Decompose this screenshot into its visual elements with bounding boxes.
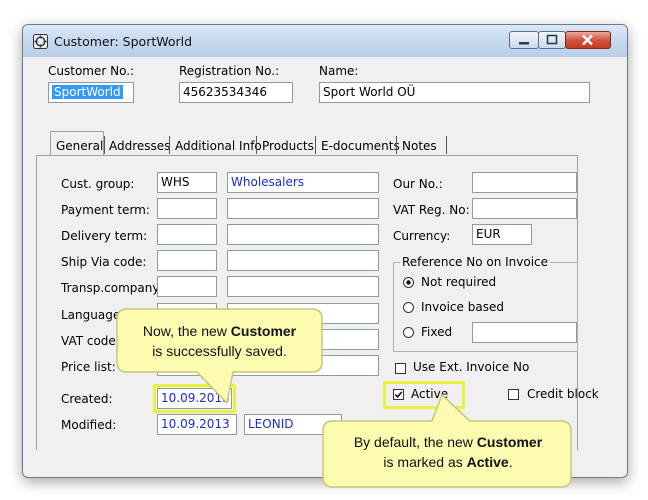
tab-separator <box>104 136 105 154</box>
price-list-label: Price list: <box>61 360 116 374</box>
customer-no-label: Customer No.: <box>48 64 135 78</box>
not-required-radio[interactable] <box>403 277 414 288</box>
name-label: Name: <box>319 64 359 78</box>
tab-separator <box>256 136 257 154</box>
active-callout-text: By default, the new Customer is marked a… <box>353 434 543 470</box>
ship-via-name-field[interactable] <box>227 250 379 271</box>
our-no-field[interactable] <box>472 172 577 193</box>
payment-term-name-field[interactable] <box>227 198 379 219</box>
delivery-term-label: Delivery term: <box>61 229 148 243</box>
ship-via-code-field[interactable] <box>157 250 217 271</box>
payment-term-code-field[interactable] <box>157 198 217 219</box>
registration-no-field[interactable]: 45623534346 <box>179 82 293 103</box>
cust-group-label: Cust. group: <box>61 177 135 191</box>
use-ext-invoice-label: Use Ext. Invoice No <box>413 360 530 374</box>
tab-separator <box>396 136 397 154</box>
currency-label: Currency: <box>393 229 451 243</box>
transp-company-label: Transp.company: <box>61 281 163 295</box>
currency-field[interactable]: EUR <box>472 224 532 245</box>
invoice-based-radio[interactable] <box>403 302 414 313</box>
not-required-label: Not required <box>421 275 497 289</box>
name-field[interactable]: Sport World OÜ <box>319 82 590 103</box>
transp-company-name-field[interactable] <box>227 276 379 297</box>
cust-group-code-field[interactable]: WHS <box>157 172 217 193</box>
tab-additional-info[interactable]: Additional Info <box>175 137 262 157</box>
saved-callout-text: Now, the new Customer is successfully sa… <box>142 323 297 359</box>
invoice-based-label: Invoice based <box>421 300 504 314</box>
tab-addresses[interactable]: Addresses <box>109 137 170 157</box>
tab-separator <box>315 136 316 154</box>
minimize-button[interactable] <box>509 31 539 49</box>
vat-reg-field[interactable] <box>472 198 577 219</box>
customer-icon <box>33 34 48 49</box>
tab-products[interactable]: Products <box>262 137 314 157</box>
delivery-term-name-field[interactable] <box>227 224 379 245</box>
title-bar[interactable]: Customer: SportWorld <box>23 25 627 57</box>
fixed-radio[interactable] <box>403 327 414 338</box>
tab-general[interactable]: General <box>56 137 103 157</box>
fixed-reference-field[interactable] <box>472 322 577 343</box>
tab-separator <box>169 136 170 154</box>
our-no-label: Our No.: <box>393 177 443 191</box>
created-label: Created: <box>61 392 113 406</box>
close-button[interactable] <box>565 31 611 49</box>
reference-group-label: Reference No on Invoice <box>400 255 551 269</box>
window-title: Customer: SportWorld <box>54 34 193 49</box>
customer-no-field[interactable]: SportWorld <box>48 82 134 103</box>
transp-company-code-field[interactable] <box>157 276 217 297</box>
tab-separator <box>446 136 447 154</box>
modified-field: 10.09.2013 <box>157 414 237 435</box>
modified-label: Modified: <box>61 418 117 432</box>
registration-no-label: Registration No.: <box>179 64 280 78</box>
maximize-button[interactable] <box>538 31 566 49</box>
cust-group-name-field[interactable]: Wholesalers <box>227 172 379 193</box>
fixed-label: Fixed <box>421 325 453 339</box>
ship-via-label: Ship Via code: <box>61 255 147 269</box>
use-ext-invoice-checkbox[interactable] <box>395 363 406 374</box>
vat-code-label: VAT code: <box>61 334 120 348</box>
payment-term-label: Payment term: <box>61 203 150 217</box>
delivery-term-code-field[interactable] <box>157 224 217 245</box>
vat-reg-label: VAT Reg. No: <box>393 203 470 217</box>
tab-notes[interactable]: Notes <box>402 137 437 157</box>
tab-e-documents[interactable]: E-documents <box>321 137 400 157</box>
